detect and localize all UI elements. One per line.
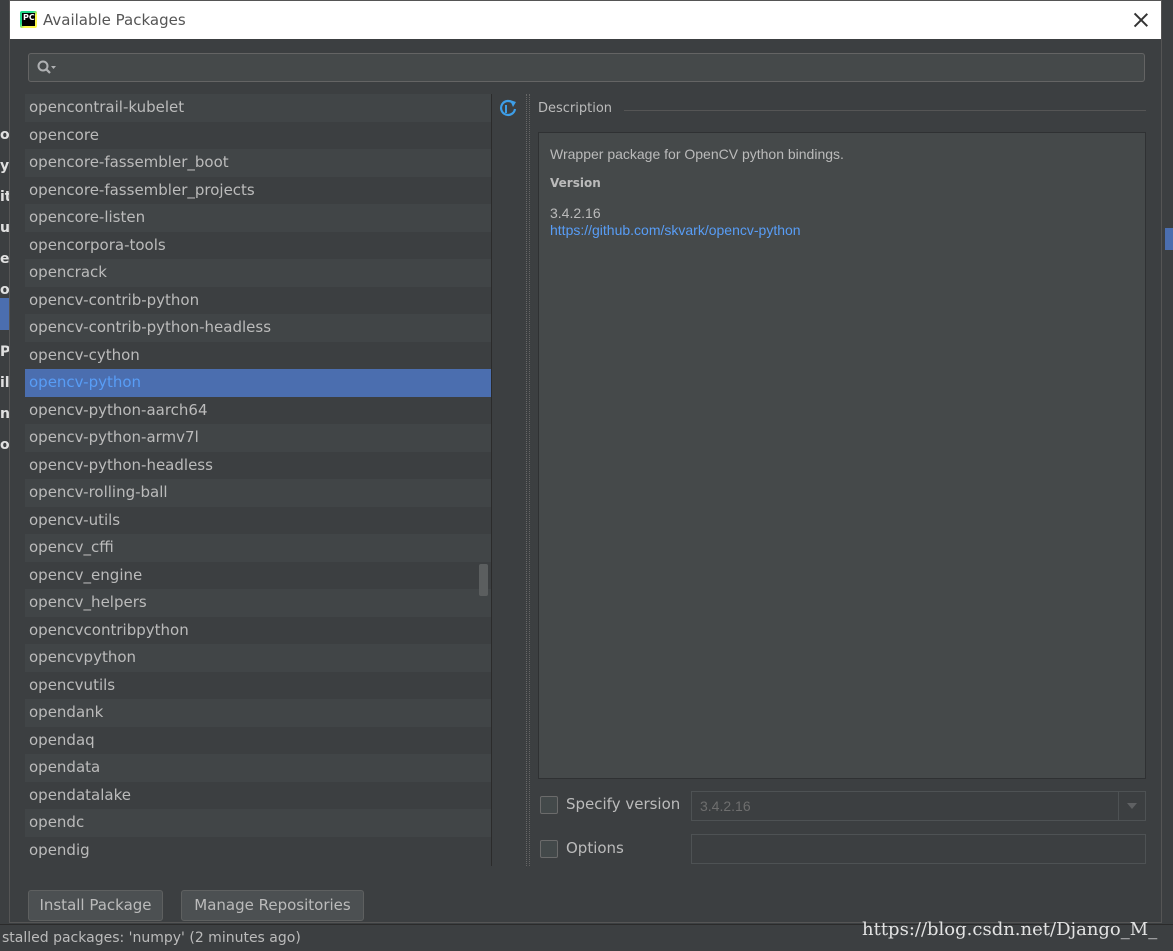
specify-version-label[interactable]: Specify version xyxy=(566,795,680,813)
package-list-item[interactable]: opendaq xyxy=(25,726,492,754)
package-version: 3.4.2.16 xyxy=(550,205,601,221)
pycharm-icon: PC xyxy=(20,11,37,28)
package-list-item[interactable]: opencv-python-headless xyxy=(25,451,492,479)
package-list-item[interactable]: opencore-listen xyxy=(25,204,492,232)
description-header: Description xyxy=(538,101,613,116)
package-list-item[interactable]: opencv-contrib-python-headless xyxy=(25,314,492,342)
specify-version-checkbox[interactable] xyxy=(540,796,558,814)
package-summary: Wrapper package for OpenCV python bindin… xyxy=(550,146,844,162)
version-select-value: 3.4.2.16 xyxy=(700,798,751,814)
watermark: https://blog.csdn.net/Django_M_ xyxy=(862,919,1158,940)
package-list[interactable]: opencontrail-kubelet opencore opencore-fas… xyxy=(25,94,492,866)
panel-splitter[interactable] xyxy=(526,94,530,866)
package-list-item[interactable]: opencvpython xyxy=(25,644,492,672)
package-list-item[interactable]: opendank xyxy=(25,699,492,727)
package-list-item[interactable]: opencontrail-kubelet xyxy=(25,94,492,122)
package-list-item[interactable]: opencv_helpers xyxy=(25,589,492,617)
search-icon[interactable] xyxy=(37,60,57,76)
description-pane: Wrapper package for OpenCV python bindin… xyxy=(538,132,1146,779)
package-homepage-link[interactable]: https://github.com/skvark/opencv-python xyxy=(550,222,801,238)
package-list-item[interactable]: opendatalake xyxy=(25,781,492,809)
version-label: Version xyxy=(550,176,601,190)
package-list-item[interactable]: opencv-python xyxy=(25,369,492,397)
package-list-item[interactable]: opencore xyxy=(25,121,492,149)
package-list-item[interactable]: opencv-utils xyxy=(25,506,492,534)
background-right-selection xyxy=(1165,228,1173,250)
package-list-item[interactable]: opencv-python-aarch64 xyxy=(25,396,492,424)
list-toolbar xyxy=(491,94,525,866)
options-label[interactable]: Options xyxy=(566,839,624,857)
package-list-item[interactable]: opencore-fassembler_projects xyxy=(25,176,492,204)
chevron-down-icon xyxy=(1127,803,1137,809)
package-list-item[interactable]: opencorpora-tools xyxy=(25,231,492,259)
dialog-titlebar: PC Available Packages xyxy=(10,1,1161,39)
pycharm-icon-label: PC xyxy=(22,13,35,26)
package-list-item[interactable]: opencv-rolling-ball xyxy=(25,479,492,507)
package-list-item[interactable]: opencv_engine xyxy=(25,561,492,589)
install-package-button[interactable]: Install Package xyxy=(28,890,163,921)
background-sidebar-selection xyxy=(0,298,9,330)
options-input[interactable] xyxy=(691,834,1146,864)
package-list-item[interactable]: opencrack xyxy=(25,259,492,287)
search-input[interactable] xyxy=(63,56,1137,81)
close-icon[interactable] xyxy=(1131,10,1151,30)
package-list-item[interactable]: opendig xyxy=(25,836,492,864)
manage-repositories-button[interactable]: Manage Repositories xyxy=(181,890,364,921)
background-right-edge xyxy=(1163,38,1173,924)
package-list-item[interactable]: opencv_cffi xyxy=(25,534,492,562)
package-list-item[interactable]: opencvutils xyxy=(25,671,492,699)
version-select[interactable]: 3.4.2.16 xyxy=(691,791,1146,821)
package-list-item[interactable]: opencore-fassembler_boot xyxy=(25,149,492,177)
package-list-item[interactable]: opencvcontribpython xyxy=(25,616,492,644)
package-list-item[interactable]: opencv-cython xyxy=(25,341,492,369)
package-list-item[interactable]: opendc xyxy=(25,809,492,837)
available-packages-dialog: PC Available Packages opencontrail-kubel… xyxy=(9,0,1162,923)
package-list-item[interactable]: opencv-contrib-python xyxy=(25,286,492,314)
package-list-scrollbar[interactable] xyxy=(479,564,488,596)
dialog-title: Available Packages xyxy=(43,11,186,29)
reload-icon[interactable] xyxy=(497,98,519,120)
package-list-item[interactable]: opencv-python-armv7l xyxy=(25,424,492,452)
description-divider xyxy=(624,110,1146,111)
version-select-dropdown[interactable] xyxy=(1118,792,1145,820)
package-list-item[interactable]: opendata xyxy=(25,754,492,782)
options-checkbox[interactable] xyxy=(540,840,558,858)
search-box[interactable] xyxy=(28,53,1145,82)
